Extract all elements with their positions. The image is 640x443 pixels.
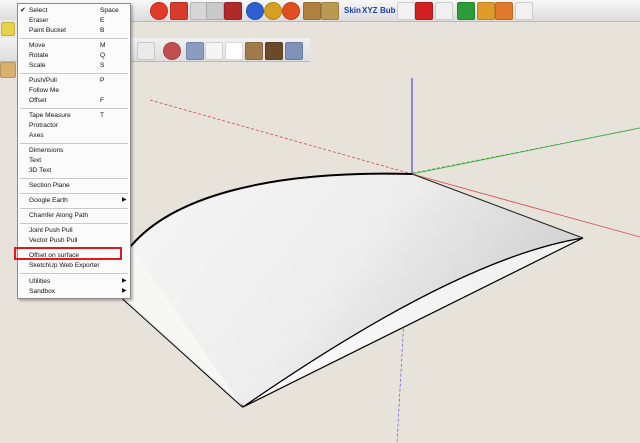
menu-item-push-pull[interactable]: Push/Pull P [18,76,130,85]
xray-cube-icon[interactable] [186,42,204,60]
menu-item-scale[interactable]: Scale S [18,61,130,70]
next-view-icon[interactable] [264,2,282,20]
menu-separator [20,208,128,210]
play-icon[interactable] [397,2,415,20]
menu-item-sandbox[interactable]: Sandbox ▶ [18,287,130,296]
sandbox-up-icon[interactable] [477,2,495,20]
section-icon[interactable] [137,42,155,60]
menu-item-eraser[interactable]: Eraser E [18,16,130,25]
monochrome-cube-icon[interactable] [285,42,303,60]
pan-icon[interactable] [170,2,188,20]
menu-separator [20,223,128,225]
menu-separator [20,38,128,40]
menu-item-move[interactable]: Move M [18,41,130,50]
stop-icon[interactable] [415,2,433,20]
menu-separator [20,193,128,195]
menu-item-text[interactable]: Text [18,156,130,165]
menu-item-follow-me[interactable]: Follow Me [18,86,130,95]
menu-separator [20,73,128,75]
link-icon[interactable] [515,2,533,20]
menu-item-joint-push-pull[interactable]: Joint Push Pull [18,226,130,235]
menu-separator [20,108,128,110]
add-location-icon[interactable] [282,2,300,20]
menu-item-sketchup-web-exporter[interactable]: SketchUp Web Exporter [18,261,130,270]
green-plugin-icon[interactable] [457,2,475,20]
box-icon[interactable] [303,2,321,20]
wireframe-cube-icon[interactable] [205,42,223,60]
hidden-line-cube-icon[interactable] [225,42,243,60]
submenu-arrow-icon: ▶ [122,288,127,294]
menu-item-protractor[interactable]: Protractor [18,121,130,130]
side-tool-icon[interactable] [0,62,16,78]
menu-item-utilities[interactable]: Utilities ▶ [18,277,130,286]
menu-separator [20,178,128,180]
check-icon: ✔ [20,7,26,14]
submenu-arrow-icon: ▶ [122,197,127,203]
menu-item-chamfer-along-path[interactable]: Chamfer Along Path [18,211,130,220]
zoom-extents-icon[interactable] [224,2,242,20]
menu-item-select[interactable]: ✔ Select Space [18,6,130,15]
menu-item-paint-bucket[interactable]: Paint Bucket B [18,26,130,35]
sandbox-down-icon[interactable] [495,2,513,20]
bub-label[interactable]: Bub [380,6,396,15]
menu-item-3d-text[interactable]: 3D Text [18,166,130,175]
previous-view-icon[interactable] [246,2,264,20]
menu-separator [20,273,128,275]
textured-cube-icon[interactable] [265,42,283,60]
menu-item-offset[interactable]: Offset F [18,96,130,105]
menu-item-rotate[interactable]: Rotate Q [18,51,130,60]
submenu-arrow-icon: ▶ [122,278,127,284]
pencil-icon[interactable] [1,22,15,36]
toggle-terrain-icon[interactable] [321,2,339,20]
plugin-icon[interactable] [435,2,453,20]
menu-item-vector-push-pull[interactable]: Vector Push Pull [18,236,130,245]
refresh-icon[interactable] [163,42,181,60]
shaded-cube-icon[interactable] [245,42,263,60]
menu-item-section-plane[interactable]: Section Plane [18,181,130,190]
skin-label[interactable]: Skin [344,6,361,15]
menu-item-dimensions[interactable]: Dimensions [18,146,130,155]
zoom-window-icon[interactable] [206,2,224,20]
menu-separator [20,143,128,145]
menu-item-axes[interactable]: Axes [18,131,130,140]
orbit-icon[interactable] [150,2,168,20]
menu-item-tape-measure[interactable]: Tape Measure T [18,111,130,120]
xyz-label[interactable]: XYZ [362,6,378,15]
highlight-annotation [14,247,122,260]
menu-item-google-earth[interactable]: Google Earth ▶ [18,196,130,205]
